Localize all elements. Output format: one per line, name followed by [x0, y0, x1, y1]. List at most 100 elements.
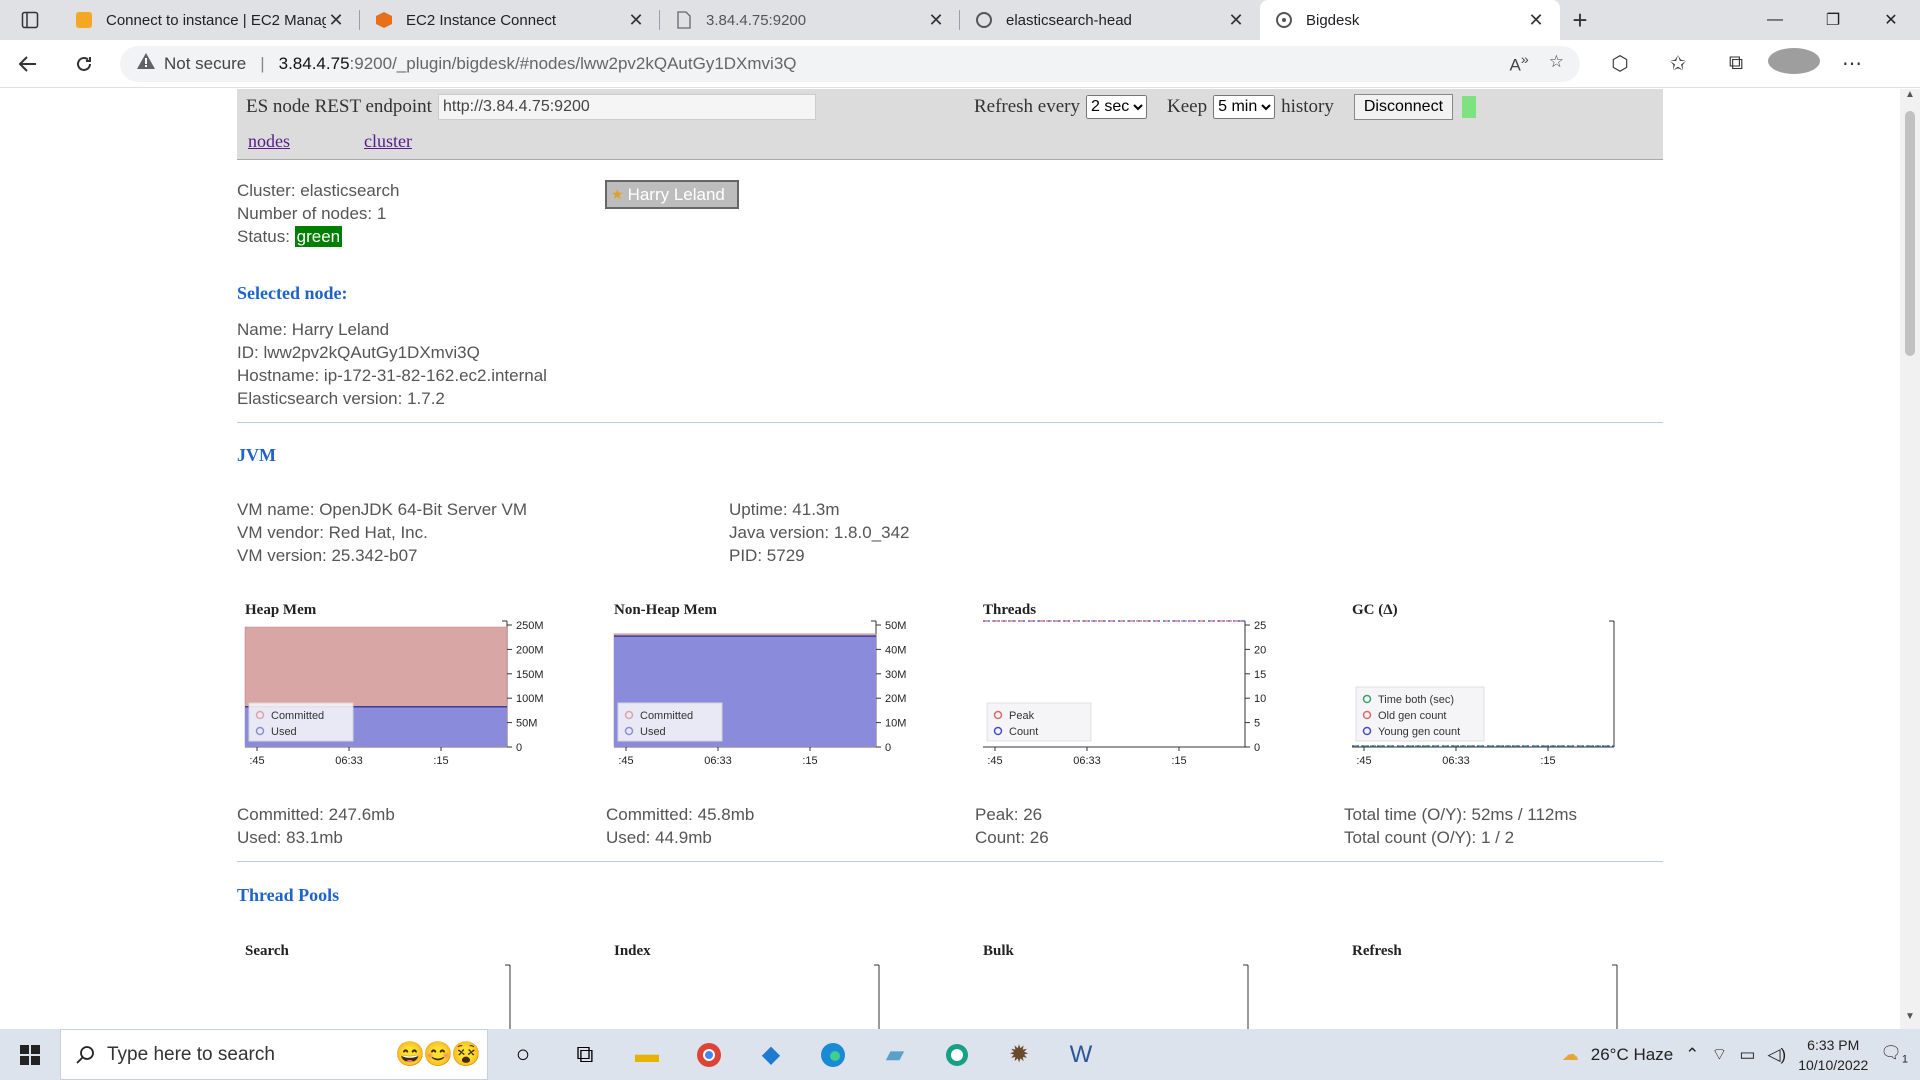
scroll-up-icon[interactable]: ▲ [1900, 89, 1920, 107]
weather-icon: ☁ [1561, 1044, 1579, 1064]
jvm-info-left: VM name: OpenJDK 64-Bit Server VM VM ven… [237, 498, 527, 567]
task-view-icon[interactable]: ⧉ [554, 1029, 616, 1080]
battery-icon[interactable]: ▭ [1739, 1045, 1755, 1065]
close-icon[interactable]: ✕ [1226, 10, 1246, 31]
tab-strip: Connect to instance | EC2 Manag ✕ EC2 In… [0, 0, 1920, 40]
node-button[interactable]: ★ Harry Leland [605, 180, 739, 209]
y-tick-label: 15 [1254, 669, 1266, 681]
jvm-pid: PID: 5729 [729, 546, 805, 565]
jvm-uptime: Uptime: 41.3m [729, 500, 840, 519]
security-status[interactable]: Not secure [164, 54, 246, 74]
status-badge: green [294, 226, 343, 247]
ec2-icon [374, 10, 394, 30]
aws-icon [74, 10, 94, 30]
x-tick-label: 06:33 [704, 755, 732, 767]
close-icon[interactable]: ✕ [926, 10, 946, 31]
close-window-icon[interactable]: ✕ [1862, 0, 1920, 40]
x-tick-label: 06:33 [335, 755, 363, 767]
url-bar[interactable]: Not secure | 3.84.4.75:9200/_plugin/bigd… [120, 45, 1580, 82]
taskbar-search[interactable]: Type here to search 😄😊😵 [60, 1029, 488, 1080]
x-tick-label: :45 [249, 755, 264, 767]
endpoint-input[interactable] [437, 93, 816, 120]
disconnect-button[interactable]: Disconnect [1353, 93, 1454, 120]
scrollbar-thumb[interactable] [1905, 111, 1915, 356]
non-heap-used: Used: 44.9mb [606, 828, 712, 847]
endpoint-toolbar: ES node REST endpoint Refresh every 2 se… [237, 89, 1663, 124]
file-explorer-icon[interactable]: ▬ [616, 1029, 678, 1080]
app-icon[interactable]: ▰ [864, 1029, 926, 1080]
edge-icon[interactable] [802, 1029, 864, 1080]
y-tick-label: 10M [885, 718, 906, 730]
legend-label: Used [271, 726, 297, 738]
refresh-pool-title: Refresh [1352, 943, 1402, 959]
tab-bigdesk[interactable]: Bigdesk ✕ [1260, 0, 1560, 40]
non-heap-mem-title: Non-Heap Mem [614, 602, 717, 618]
back-button[interactable] [0, 44, 56, 84]
nodes-link[interactable]: nodes [248, 131, 290, 152]
system-tray: ☁ 26°C Haze ⌃ ⌔ ▭ ◁) 6:33 PM 10/10/2022 … [1562, 1029, 1920, 1080]
read-aloud-icon[interactable]: A» [1510, 52, 1529, 76]
tab-actions-button[interactable] [0, 0, 60, 40]
minimize-icon[interactable]: — [1746, 0, 1804, 40]
close-icon[interactable]: ✕ [326, 10, 346, 31]
y-tick-label: 200M [516, 644, 544, 656]
vscode-icon[interactable]: ◆ [740, 1029, 802, 1080]
gc-summary: Total time (O/Y): 52ms / 112ms Total cou… [1344, 803, 1577, 849]
y-tick-label: 50M [885, 620, 906, 632]
collections-icon[interactable]: ⧉ [1710, 52, 1762, 75]
legend-label: Peak [1009, 710, 1035, 722]
omnibox-actions: A» ☆ [1510, 52, 1564, 76]
close-icon[interactable]: ✕ [626, 10, 646, 31]
chrome-icon[interactable] [678, 1029, 740, 1080]
weather-text[interactable]: 26°C Haze [1591, 1045, 1673, 1065]
tab-es-root[interactable]: 3.84.4.75:9200 ✕ [660, 0, 960, 40]
heap-mem-title: Heap Mem [245, 602, 317, 618]
bigdesk-page: ES node REST endpoint Refresh every 2 se… [0, 89, 1900, 1029]
legend-label: Committed [271, 710, 324, 722]
profile-avatar[interactable] [1768, 47, 1820, 80]
cluster-link[interactable]: cluster [364, 131, 412, 152]
scroll-down-icon[interactable]: ▼ [1900, 1011, 1920, 1029]
window-controls: — ❐ ✕ [1746, 0, 1920, 40]
y-tick-label: 30M [885, 669, 906, 681]
app-gear-icon[interactable]: ✹ [988, 1029, 1050, 1080]
search-pool-title: Search [245, 943, 289, 959]
wifi-icon[interactable]: ⌔ [1711, 1044, 1727, 1065]
page-scrollbar[interactable]: ▲ ▼ [1900, 89, 1920, 1029]
warning-icon [136, 52, 156, 75]
tab-label: Bigdesk [1306, 11, 1360, 29]
restore-icon[interactable]: ❐ [1804, 0, 1862, 40]
search-pool-axis [505, 964, 511, 1029]
bulk-pool-title: Bulk [983, 943, 1014, 959]
favorite-add-icon[interactable]: ☆ [1549, 52, 1564, 76]
tab-elasticsearch-head[interactable]: elasticsearch-head ✕ [960, 0, 1260, 40]
index-pool-axis [874, 964, 880, 1029]
reload-icon [77, 56, 91, 71]
favorites-icon[interactable]: ✩ [1652, 51, 1704, 76]
tab-ec2-instance-connect[interactable]: EC2 Instance Connect ✕ [360, 0, 660, 40]
taskbar-apps: ○ ⧉ ▬ ◆ ▰ ✹ W [492, 1029, 1112, 1080]
back-arrow-icon [18, 55, 36, 72]
notifications-icon[interactable]: 🗨1 [1880, 1043, 1908, 1065]
more-menu-icon[interactable]: ⋯ [1826, 51, 1878, 76]
legend-label: Old gen count [1378, 710, 1447, 722]
close-icon[interactable]: ✕ [1526, 10, 1546, 31]
selected-node-heading: Selected node: [237, 283, 348, 303]
app-circle-icon[interactable] [926, 1029, 988, 1080]
start-button[interactable] [0, 1029, 60, 1080]
keep-select[interactable]: 5 min [1213, 94, 1276, 119]
word-icon[interactable]: W [1050, 1029, 1112, 1080]
tab-ec2-manager[interactable]: Connect to instance | EC2 Manag ✕ [60, 0, 360, 40]
vm-vendor: VM vendor: Red Hat, Inc. [237, 523, 428, 542]
cortana-icon[interactable]: ○ [492, 1029, 554, 1080]
index-pool-title: Index [614, 943, 651, 959]
clock[interactable]: 6:33 PM 10/10/2022 [1798, 1035, 1868, 1075]
refresh-select[interactable]: 2 sec [1086, 94, 1147, 119]
tray-chevron-icon[interactable]: ⌃ [1685, 1045, 1699, 1065]
legend-label: Used [640, 726, 666, 738]
threads-count: Count: 26 [975, 828, 1049, 847]
reload-button[interactable] [56, 44, 112, 84]
extensions-icon[interactable]: ⬡ [1594, 51, 1646, 76]
new-tab-button[interactable]: + [1560, 0, 1600, 40]
volume-icon[interactable]: ◁) [1767, 1045, 1786, 1065]
